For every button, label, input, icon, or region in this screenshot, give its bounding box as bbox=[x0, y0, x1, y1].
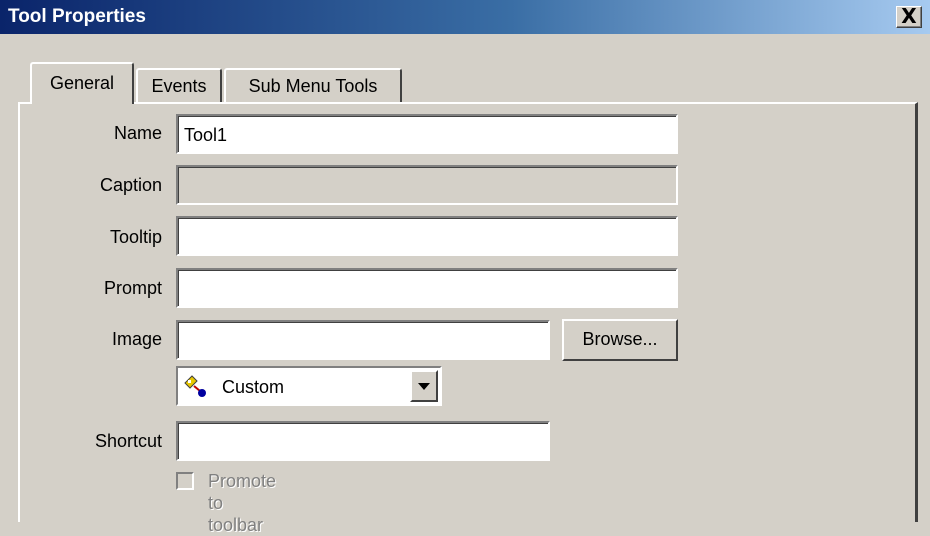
caption-label: Caption bbox=[99, 175, 162, 195]
name-label: Name bbox=[113, 123, 162, 143]
prompt-label: Prompt bbox=[103, 278, 162, 298]
tool-properties-window: Tool Properties X General Events Sub Men… bbox=[0, 0, 930, 535]
close-button[interactable]: X bbox=[896, 6, 922, 28]
image-label: Image bbox=[111, 329, 162, 349]
name-input[interactable]: Tool1 bbox=[176, 114, 678, 154]
promote-checkbox[interactable] bbox=[176, 472, 194, 490]
tab-events-label: Events bbox=[151, 76, 207, 96]
chevron-down-icon bbox=[418, 383, 430, 390]
cursor-select[interactable]: Custom bbox=[176, 366, 442, 406]
image-input[interactable] bbox=[176, 320, 550, 360]
prompt-input[interactable] bbox=[176, 268, 678, 308]
shortcut-input[interactable] bbox=[176, 421, 550, 461]
tooltip-input[interactable] bbox=[176, 216, 678, 256]
tab-sub-menu-tools-label: Sub Menu Tools bbox=[248, 76, 378, 96]
tooltip-label: Tooltip bbox=[109, 227, 162, 247]
browse-button[interactable]: Browse... bbox=[562, 319, 678, 361]
window-title: Tool Properties bbox=[8, 6, 146, 27]
dropdown-arrow-button[interactable] bbox=[410, 370, 438, 402]
tab-general-label: General bbox=[49, 73, 115, 93]
cursor-select-value: Custom bbox=[222, 377, 285, 397]
shortcut-label: Shortcut bbox=[94, 431, 162, 451]
caption-input[interactable] bbox=[176, 165, 678, 205]
promote-checkbox-label: Promote to toolbar bbox=[208, 471, 277, 535]
title-bar[interactable]: Tool Properties X bbox=[0, 0, 930, 34]
tab-sub-menu-tools[interactable]: Sub Menu Tools bbox=[224, 68, 402, 102]
tab-general[interactable]: General bbox=[30, 62, 134, 104]
tab-events[interactable]: Events bbox=[136, 68, 222, 102]
custom-cursor-icon bbox=[184, 375, 206, 397]
